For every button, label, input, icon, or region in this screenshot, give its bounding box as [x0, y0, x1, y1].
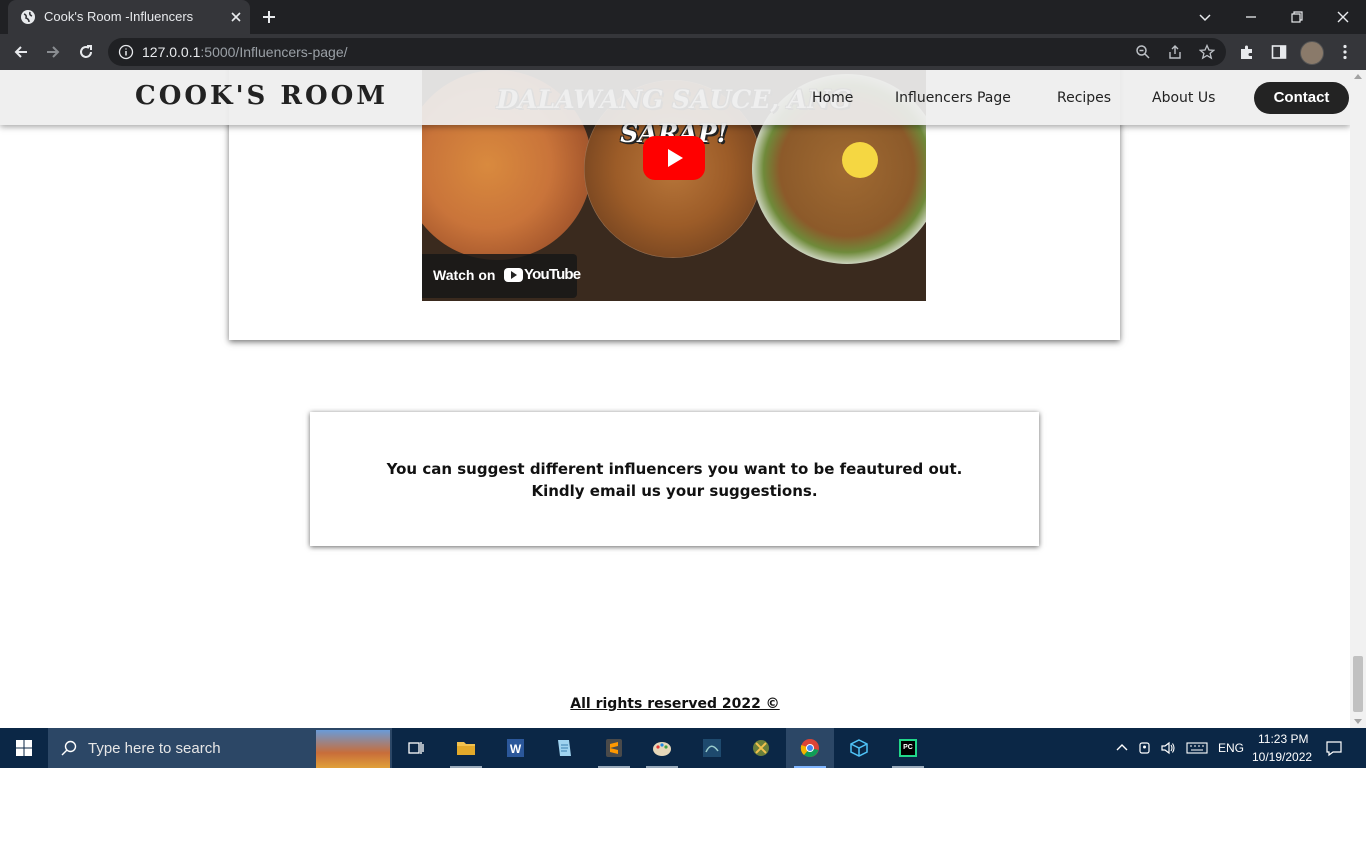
- reload-icon[interactable]: [77, 43, 95, 61]
- word-icon: W: [507, 739, 524, 757]
- page-scrollbar[interactable]: [1350, 70, 1366, 728]
- windows-taskbar: Type here to search W PC ENG 11:23 PM 10…: [0, 728, 1366, 768]
- tab-search-chevron-icon[interactable]: [1194, 6, 1216, 28]
- site-logo[interactable]: COOK'S ROOM: [135, 81, 388, 111]
- search-icon: [61, 740, 77, 756]
- search-highlight-image: [316, 730, 390, 768]
- contact-button[interactable]: Contact: [1254, 82, 1349, 114]
- language-indicator[interactable]: ENG: [1218, 741, 1244, 755]
- youtube-logo-icon: [504, 268, 523, 282]
- pycharm-icon: PC: [899, 739, 917, 757]
- url-text: 127.0.0.1:5000/Influencers-page/: [142, 44, 348, 60]
- youtube-wordmark: YouTube: [524, 266, 581, 283]
- chrome-icon: [800, 739, 819, 758]
- taskbar-file-explorer[interactable]: [442, 728, 490, 768]
- sublime-icon: [606, 739, 622, 757]
- nav-influencers-page[interactable]: Influencers Page: [895, 90, 1011, 106]
- search-placeholder: Type here to search: [88, 740, 221, 757]
- windows-start-icon[interactable]: [0, 728, 48, 768]
- minimize-icon[interactable]: [1240, 6, 1262, 28]
- site-header: COOK'S ROOM Home Influencers Page Recipe…: [0, 70, 1350, 125]
- footer-copyright: All rights reserved 2022 ©: [570, 696, 780, 712]
- new-tab-icon[interactable]: [260, 8, 278, 26]
- taskbar-chrome[interactable]: [786, 728, 834, 768]
- notifications-icon[interactable]: [1325, 739, 1343, 757]
- tab-title: Cook's Room -Influencers: [44, 9, 194, 24]
- close-tab-icon[interactable]: [228, 9, 244, 25]
- taskbar-package-app[interactable]: [835, 728, 883, 768]
- browser-tab[interactable]: Cook's Room -Influencers: [8, 0, 250, 34]
- xampp-icon: [753, 740, 769, 756]
- close-window-icon[interactable]: [1332, 6, 1354, 28]
- nav-about-us[interactable]: About Us: [1152, 90, 1215, 106]
- task-view-button[interactable]: [392, 728, 440, 768]
- suggestion-box: You can suggest different influencers yo…: [310, 412, 1039, 546]
- watch-on-label: Watch on: [433, 267, 496, 283]
- task-view-icon: [408, 742, 424, 754]
- url-path: :5000/Influencers-page/: [200, 44, 348, 60]
- clock-time[interactable]: 11:23 PM: [1258, 732, 1308, 746]
- url-host: 127.0.0.1: [142, 44, 201, 60]
- taskbar-mysql-workbench[interactable]: [688, 728, 736, 768]
- meet-now-icon[interactable]: [1137, 740, 1153, 756]
- suggestion-line-1: You can suggest different influencers yo…: [386, 460, 963, 478]
- mysql-icon: [703, 739, 721, 757]
- notepad-icon: [558, 740, 571, 756]
- site-info-icon[interactable]: [118, 44, 134, 60]
- page-viewport: DALAWANG SAUCE, ANG SARAP! Watch on YouT…: [0, 70, 1350, 728]
- blank-area-below-screen: [0, 768, 1366, 864]
- scroll-up-arrow-icon[interactable]: [1354, 74, 1362, 79]
- bookmark-star-icon[interactable]: [1199, 44, 1215, 60]
- extensions-icon[interactable]: [1238, 43, 1256, 61]
- zoom-icon[interactable]: [1135, 44, 1151, 60]
- forward-arrow-icon[interactable]: [44, 43, 62, 61]
- suggestion-line-2: Kindly email us your suggestions.: [531, 482, 818, 500]
- taskbar-sublime[interactable]: [590, 728, 638, 768]
- scroll-thumb[interactable]: [1353, 656, 1363, 712]
- menu-kebab-icon[interactable]: [1336, 43, 1354, 61]
- paint-palette-icon: [653, 742, 671, 756]
- taskbar-word[interactable]: W: [491, 728, 539, 768]
- globe-icon: [21, 10, 35, 24]
- watch-on-youtube-button[interactable]: Watch on YouTube: [422, 254, 581, 298]
- box-icon: [850, 739, 868, 757]
- taskbar-paint[interactable]: [638, 728, 686, 768]
- taskbar-search-box[interactable]: Type here to search: [48, 728, 392, 768]
- back-arrow-icon[interactable]: [12, 43, 30, 61]
- svg-text:PC: PC: [903, 744, 913, 751]
- svg-text:W: W: [510, 742, 522, 756]
- nav-recipes[interactable]: Recipes: [1057, 90, 1111, 106]
- clock-date[interactable]: 10/19/2022: [1252, 750, 1312, 764]
- address-bar[interactable]: 127.0.0.1:5000/Influencers-page/: [108, 38, 1226, 66]
- profile-avatar[interactable]: [1300, 41, 1324, 65]
- nav-home[interactable]: Home: [812, 90, 853, 106]
- restore-icon[interactable]: [1286, 6, 1308, 28]
- youtube-play-button[interactable]: [643, 136, 705, 180]
- play-icon: [668, 149, 683, 167]
- keyboard-icon[interactable]: [1186, 740, 1208, 756]
- volume-icon[interactable]: [1160, 740, 1176, 756]
- taskbar-xampp[interactable]: [737, 728, 785, 768]
- share-icon[interactable]: [1167, 44, 1183, 60]
- browser-tab-bar: Cook's Room -Influencers: [0, 0, 1366, 34]
- side-panel-icon[interactable]: [1270, 43, 1288, 61]
- taskbar-notepad[interactable]: [540, 728, 588, 768]
- tray-chevron-up-icon[interactable]: [1114, 740, 1130, 756]
- taskbar-pycharm[interactable]: PC: [884, 728, 932, 768]
- folder-icon: [457, 742, 475, 755]
- scroll-down-arrow-icon[interactable]: [1354, 719, 1362, 724]
